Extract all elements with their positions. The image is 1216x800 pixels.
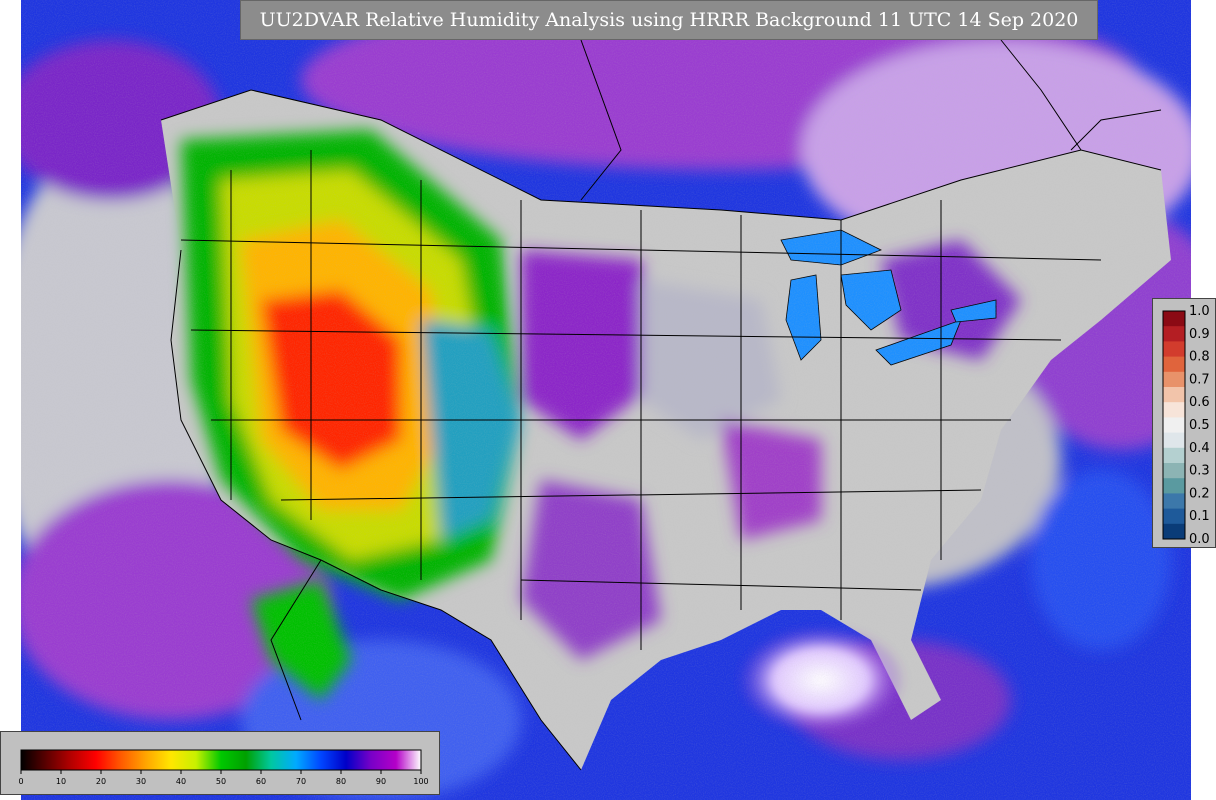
observation-tick-label: 0.0 bbox=[1189, 532, 1210, 547]
humidity-tick-label: 70 bbox=[296, 777, 306, 786]
observation-swatch bbox=[1163, 493, 1185, 510]
humidity-colorbar-gradient bbox=[20, 749, 422, 771]
observation-swatch bbox=[1163, 417, 1185, 434]
observation-swatch bbox=[1163, 341, 1185, 358]
observation-speckle bbox=[21, 0, 1191, 800]
humidity-tick-label: 40 bbox=[176, 777, 186, 786]
observation-tick-label: 0.8 bbox=[1189, 350, 1210, 365]
observation-swatch bbox=[1163, 326, 1185, 342]
observation-swatch bbox=[1163, 311, 1185, 327]
observation-tick-label: 0.2 bbox=[1189, 486, 1210, 501]
observation-tick-label: 0.7 bbox=[1189, 372, 1210, 387]
observation-tick-label: 0.9 bbox=[1189, 327, 1210, 342]
humidity-map bbox=[21, 0, 1191, 800]
humidity-colorbar-graphic: 0 10 20 30 40 50 60 70 80 90 100 bbox=[18, 749, 429, 786]
observation-swatch bbox=[1163, 447, 1185, 464]
observation-swatch bbox=[1163, 478, 1185, 494]
observation-swatch bbox=[1163, 432, 1185, 449]
humidity-tick-label: 30 bbox=[136, 777, 146, 786]
observation-swatch bbox=[1163, 356, 1185, 373]
humidity-colorbar: 0 10 20 30 40 50 60 70 80 90 100 bbox=[0, 731, 440, 795]
humidity-tick-label: 0 bbox=[18, 777, 23, 786]
observation-swatch bbox=[1163, 523, 1185, 540]
observation-tick-label: 0.5 bbox=[1189, 418, 1210, 433]
humidity-tick-label: 100 bbox=[413, 777, 428, 786]
observation-tick-label: 0.3 bbox=[1189, 464, 1210, 479]
observation-swatch bbox=[1163, 387, 1185, 403]
observation-tick-label: 1.0 bbox=[1189, 304, 1210, 319]
observation-tick-label: 0.1 bbox=[1189, 509, 1210, 524]
observation-swatch bbox=[1163, 463, 1185, 479]
humidity-tick-label: 50 bbox=[216, 777, 226, 786]
humidity-tick-label: 90 bbox=[376, 777, 386, 786]
observation-tick-label: 0.4 bbox=[1189, 441, 1210, 456]
humidity-map-canvas bbox=[21, 0, 1191, 800]
observation-swatch bbox=[1163, 402, 1185, 418]
observation-colorbar: 1.0 0.9 0.8 0.7 0.6 0.5 0.4 0.3 0.2 0.1 0.0 bbox=[1152, 298, 1216, 548]
humidity-tick-label: 10 bbox=[56, 777, 66, 786]
observation-colorbar-graphic: 1.0 0.9 0.8 0.7 0.6 0.5 0.4 0.3 0.2 0.1 0.0 bbox=[1162, 304, 1210, 547]
humidity-tick-label: 60 bbox=[256, 777, 266, 786]
humidity-tick-label: 20 bbox=[96, 777, 106, 786]
observation-tick-label: 0.6 bbox=[1189, 395, 1210, 410]
map-title: UU2DVAR Relative Humidity Analysis using… bbox=[240, 0, 1098, 40]
humidity-tick-label: 80 bbox=[336, 777, 346, 786]
observation-swatch bbox=[1163, 508, 1185, 525]
observation-swatch bbox=[1163, 371, 1185, 388]
